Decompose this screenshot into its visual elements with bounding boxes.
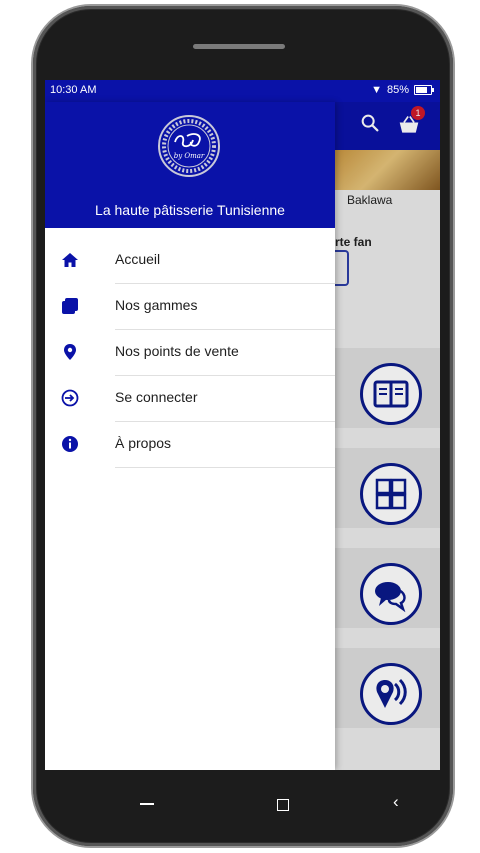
status-time: 10:30 AM [50,84,97,96]
navigation-drawer: by Omar La haute pâtisserie Tunisienne A… [45,102,335,770]
chevron-left-icon[interactable]: ‹ [393,792,399,812]
phone-speaker [193,44,285,49]
menu-item-a-propos[interactable]: À propos [45,422,335,468]
battery-icon [414,85,434,95]
menu-item-label: Se connecter [115,389,198,405]
drawer-subtitle: La haute pâtisserie Tunisienne [95,202,285,218]
home-icon [62,253,78,267]
menu-item-label: À propos [115,435,172,451]
brand-logo: by Omar [158,115,220,177]
status-bar: 10:30 AM ▼ 85% [45,80,440,102]
screen: 10:30 AM ▼ 85% 1 Baklawa rte fan by Omar… [45,80,440,770]
wifi-icon: ▼ [371,84,382,96]
home-button[interactable] [277,799,289,811]
menu-item-nos-gammes[interactable]: Nos gammes [45,284,335,330]
menu-item-points-de-vente[interactable]: Nos points de vente [45,330,335,376]
map-pin-icon [64,344,76,360]
info-icon [62,436,78,452]
divider [115,467,335,468]
menu-item-accueil[interactable]: Accueil [45,238,335,284]
drawer-menu: Accueil Nos gammes Nos points de vente S… [45,238,335,468]
back-button[interactable] [140,803,154,805]
battery-percent: 85% [386,84,409,96]
menu-item-label: Nos points de vente [115,343,239,359]
menu-item-se-connecter[interactable]: Se connecter [45,376,335,422]
login-icon [61,389,79,407]
menu-item-label: Nos gammes [115,297,198,313]
drawer-header: by Omar La haute pâtisserie Tunisienne [45,102,335,228]
menu-item-label: Accueil [115,251,161,267]
status-indicators: ▼ 85% [371,84,434,96]
system-nav-bar: ‹ [45,770,440,840]
logo-text: by Omar [174,152,205,160]
layers-icon [62,298,78,314]
